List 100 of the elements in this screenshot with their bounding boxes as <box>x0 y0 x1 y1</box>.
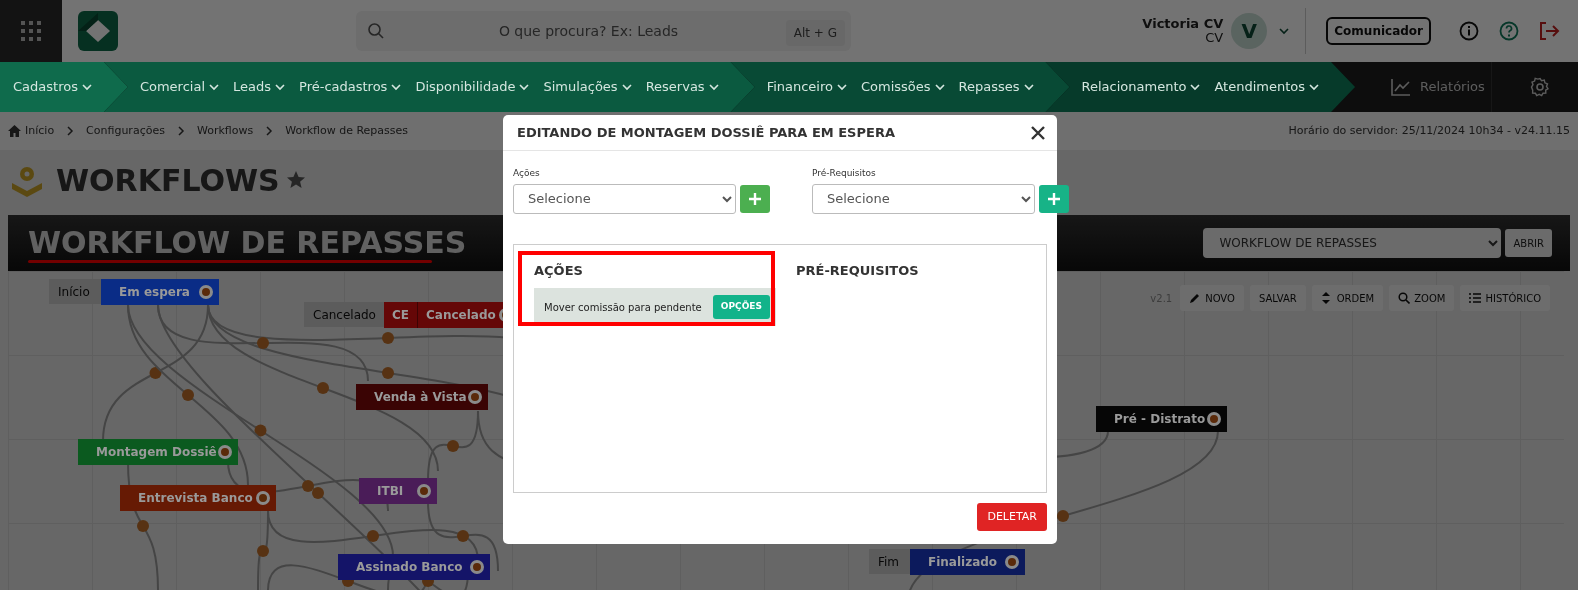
logout-icon[interactable] <box>1538 21 1560 41</box>
field-label: Ações <box>513 167 541 180</box>
chevron-down-icon <box>1309 82 1320 92</box>
add-button[interactable] <box>740 184 770 213</box>
list-icon <box>1469 292 1482 304</box>
workflow-node[interactable]: Assinado Banco <box>338 554 490 580</box>
chevron-down-icon <box>81 82 92 92</box>
line-chart-icon <box>1391 78 1412 96</box>
status-ring-icon <box>468 390 482 404</box>
search-icon <box>368 23 384 39</box>
star-icon[interactable] <box>285 170 306 190</box>
state-tag: Início <box>49 279 101 304</box>
toolbar-button[interactable]: NOVO <box>1180 285 1244 311</box>
status-ring-icon <box>199 285 213 299</box>
chevron-down-icon <box>621 82 632 92</box>
search-icon <box>1398 292 1411 304</box>
chevron-down-icon <box>391 82 402 92</box>
status-ring-icon <box>1005 555 1019 569</box>
field-label: Pré-Requisitos <box>812 167 877 180</box>
state-tag: Cancelado <box>304 302 384 327</box>
dialog-title: EDITANDO DE MONTAGEM DOSSIÊ PARA EM ESPERA <box>517 123 895 142</box>
workflow-node[interactable]: Finalizado <box>910 549 1025 575</box>
nav-menu-item[interactable]: Simulações <box>543 77 632 97</box>
nav-menu-item[interactable]: Atendimentos <box>1214 77 1320 97</box>
app-grid-icon[interactable] <box>21 21 41 41</box>
plus-icon <box>1048 192 1060 205</box>
workflow-node[interactable]: Venda à Vista <box>356 384 488 410</box>
nav-menu-item[interactable]: Repasses <box>958 77 1034 97</box>
sort-icon <box>1320 292 1333 304</box>
nav-menu-item[interactable]: Pré-cadastros <box>299 77 402 97</box>
select-field[interactable]: Selecione <box>513 183 736 214</box>
chevron-down-icon <box>1279 26 1290 36</box>
pencil-icon <box>1189 292 1202 304</box>
page-title: WORKFLOWS <box>56 161 280 200</box>
open-button[interactable]: ABRIR <box>1505 229 1552 257</box>
node-label: Assinado Banco <box>355 559 464 576</box>
delete-button[interactable]: DELETAR <box>977 502 1047 531</box>
chevron-down-icon <box>209 82 219 92</box>
workflow-node[interactable]: Pré - Distrato <box>1096 406 1227 432</box>
toolbar-button[interactable]: ZOOM <box>1389 285 1455 311</box>
home-icon <box>8 125 21 137</box>
user-avatar[interactable]: V <box>1231 13 1268 49</box>
nav-menu-item[interactable]: Reservas <box>645 77 719 97</box>
workflow-node[interactable]: Em espera <box>101 279 219 305</box>
plus-icon <box>749 192 761 205</box>
nav-menu-item[interactable]: Financeiro <box>766 77 847 97</box>
node-label: Entrevista Banco <box>137 490 254 507</box>
toolbar-button[interactable]: HISTÓRICO <box>1460 285 1550 311</box>
workflow-node[interactable]: Entrevista Banco <box>120 485 276 511</box>
help-icon[interactable] <box>1499 21 1519 41</box>
node-label: ITBI <box>376 483 405 500</box>
breadcrumb-link[interactable]: Workflows <box>196 122 254 140</box>
workflow-node[interactable]: ITBI <box>359 478 437 504</box>
chevron-right-icon <box>265 126 274 136</box>
workflow-title: WORKFLOW DE REPASSES <box>28 228 467 258</box>
logo-icon[interactable] <box>78 11 118 51</box>
shortcut-hint: Alt + G <box>785 20 845 46</box>
chevron-down-icon <box>708 82 719 92</box>
breadcrumb-link[interactable]: Início <box>25 122 55 140</box>
status-ring-icon <box>470 560 484 574</box>
workflow-node[interactable]: Montagem Dossiê <box>78 439 238 465</box>
chevron-down-icon <box>934 82 945 92</box>
close-button[interactable] <box>1031 125 1045 140</box>
node-label: Em espera <box>118 284 191 301</box>
add-button[interactable] <box>1039 184 1069 213</box>
chevron-right-icon <box>66 126 75 136</box>
chevron-right-icon <box>176 126 185 136</box>
nav-menu-item[interactable]: Relacionamento <box>1081 77 1201 97</box>
action-text: Mover comissão para pendente <box>544 300 702 315</box>
node-label: Venda à Vista <box>373 389 468 406</box>
toolbar-button[interactable]: ORDEM <box>1311 285 1384 311</box>
nav-menu-item[interactable]: Leads <box>233 77 286 97</box>
nav-menu-item[interactable]: Comissões <box>861 77 945 97</box>
breadcrumb-current: Workflow de Repasses <box>285 122 409 139</box>
status-ring-icon <box>218 445 232 459</box>
node-label: Pré - Distrato <box>1113 411 1207 428</box>
select-field[interactable]: Selecione <box>812 183 1035 214</box>
workflow-select[interactable]: WORKFLOW DE REPASSES <box>1203 228 1502 258</box>
options-button[interactable]: OPÇÕES <box>712 295 770 319</box>
nav-menu-item[interactable]: Disponibilidade <box>415 77 530 97</box>
status-ring-icon <box>256 491 270 505</box>
reports-link[interactable]: Relatórios <box>1391 62 1485 112</box>
status-ring-icon <box>417 484 431 498</box>
node-label: Finalizado <box>927 554 999 571</box>
node-code: CE <box>384 302 418 328</box>
user-name: Victoria CV <box>1142 16 1224 31</box>
section-heading: AÇÕES <box>534 261 584 280</box>
chevron-down-icon <box>275 82 286 92</box>
chevron-down-icon <box>1023 82 1034 92</box>
communicator-button[interactable]: Comunicador <box>1326 17 1431 45</box>
nav-menu-item[interactable]: Comercial <box>139 77 219 97</box>
node-label: Montagem Dossiê <box>95 444 218 461</box>
breadcrumb-link[interactable]: Configurações <box>86 122 165 140</box>
node-label: Cancelado <box>425 307 497 324</box>
server-time: Horário do servidor: 25/11/2024 10h34 - v24.11.15 <box>1288 122 1570 139</box>
info-icon[interactable] <box>1459 21 1479 41</box>
settings-icon[interactable] <box>1530 77 1550 97</box>
section-heading: PRÉ-REQUISITOS <box>796 261 919 280</box>
user-company: CV <box>1204 31 1224 46</box>
toolbar-button[interactable]: SALVAR <box>1249 285 1306 311</box>
